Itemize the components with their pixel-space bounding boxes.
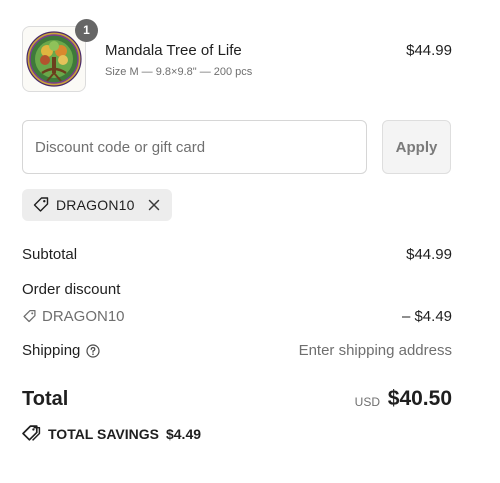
product-price: $44.99 bbox=[406, 42, 452, 59]
total-label: Total bbox=[22, 388, 69, 410]
close-icon bbox=[148, 199, 160, 211]
order-summary: 1 Mandala Tree of Life Size M — 9.8×9.8"… bbox=[0, 0, 500, 483]
subtotal-row: Subtotal $44.99 bbox=[22, 246, 452, 263]
tag-icon bbox=[22, 425, 41, 441]
remove-discount-button[interactable] bbox=[146, 197, 162, 213]
product-thumbnail: 1 bbox=[22, 19, 98, 92]
order-discount-row: Order discount bbox=[22, 281, 452, 298]
applied-discount-code: DRAGON10 bbox=[56, 197, 135, 213]
shipping-row: Shipping Enter shipping address bbox=[22, 342, 452, 359]
total-savings-amount: $4.49 bbox=[165, 425, 202, 442]
shipping-label: Shipping bbox=[22, 342, 81, 359]
total-savings: TOTAL SAVINGS $4.49 bbox=[22, 424, 201, 443]
order-discount-label: Order discount bbox=[22, 281, 121, 298]
discount-code-label: DRAGON10 bbox=[42, 308, 125, 325]
tree-of-life-mandala-icon bbox=[26, 31, 82, 87]
subtotal-label: Subtotal bbox=[22, 246, 78, 263]
total-row: Total USD $40.50 bbox=[22, 386, 452, 414]
product-name: Mandala Tree of Life bbox=[105, 42, 242, 59]
help-circle-glyph bbox=[86, 343, 100, 358]
tag-icon bbox=[33, 197, 49, 212]
help-circle-icon[interactable] bbox=[86, 343, 100, 358]
total-amount: $40.50 bbox=[387, 387, 452, 410]
total-currency: USD bbox=[354, 395, 380, 409]
discount-value: – $4.49 bbox=[401, 308, 452, 325]
cart-line-item: 1 Mandala Tree of Life Size M — 9.8×9.8"… bbox=[22, 19, 452, 94]
tag-icon bbox=[23, 310, 36, 323]
discount-code-input[interactable] bbox=[22, 120, 367, 174]
discount-code-row: DRAGON10 – $4.49 bbox=[22, 308, 452, 325]
shipping-value: Enter shipping address bbox=[298, 342, 452, 359]
subtotal-value: $44.99 bbox=[406, 246, 452, 263]
quantity-badge: 1 bbox=[75, 19, 98, 42]
product-variant: Size M — 9.8×9.8" — 200 pcs bbox=[105, 66, 253, 78]
total-savings-label: TOTAL SAVINGS bbox=[48, 425, 159, 442]
applied-discount-chip: DRAGON10 bbox=[22, 189, 172, 221]
apply-discount-button[interactable]: Apply bbox=[382, 120, 451, 174]
